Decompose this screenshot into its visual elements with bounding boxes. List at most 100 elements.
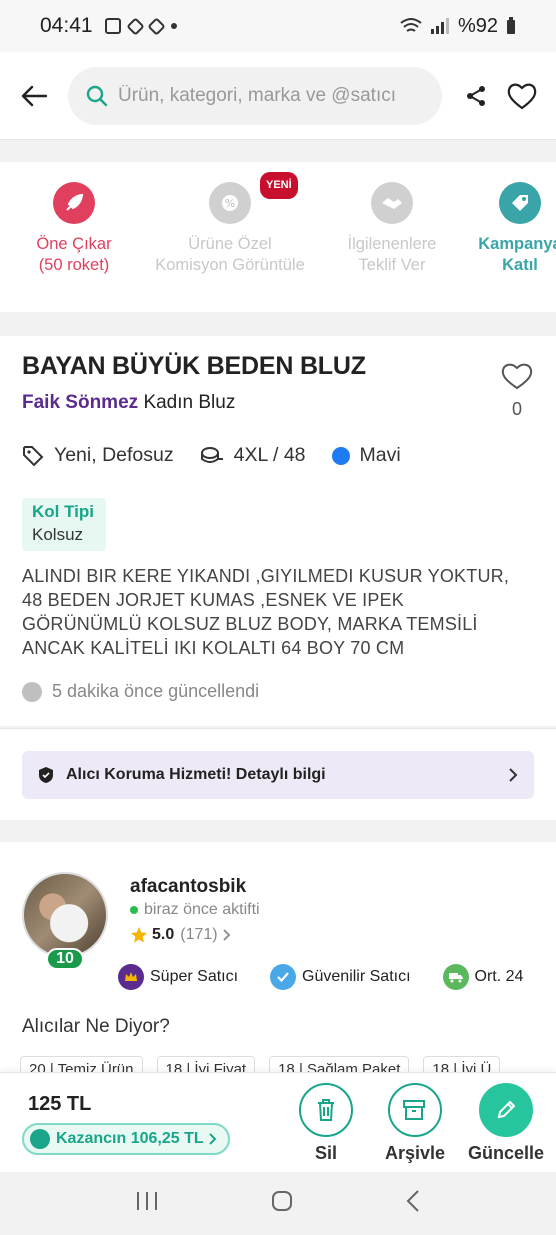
seller-name[interactable]: afacantosbik [130, 876, 246, 898]
search-input[interactable]: Ürün, kategori, marka ve @satıcı [68, 66, 442, 125]
buyers-title: Alıcılar Ne Diyor? [22, 1016, 170, 1037]
system-back-button[interactable] [405, 1189, 421, 1218]
action-campaign[interactable]: Kampanya Katıl [470, 182, 556, 276]
condition-value: Yeni, Defosuz [54, 444, 174, 466]
action-campaign-label: Kampanya [478, 235, 556, 253]
pencil-icon [479, 1083, 533, 1137]
seller-status-text: biraz önce aktifti [144, 901, 260, 918]
chevron-right-icon [222, 929, 230, 941]
action-commission-sub: Komisyon Görüntüle [155, 256, 305, 274]
campaign-tag-icon [499, 182, 541, 224]
signal-icon [430, 18, 449, 34]
share-button[interactable] [456, 76, 496, 116]
product-attributes: Yeni, Defosuz 4XL / 48 Mavi [22, 444, 427, 467]
color-value: Mavi [359, 444, 401, 466]
size-attribute: 4XL / 48 [200, 444, 306, 467]
chevron-right-icon [509, 768, 518, 782]
update-button[interactable]: Güncelle [464, 1083, 548, 1164]
rocket-icon [53, 182, 95, 224]
product-title: BAYAN BÜYÜK BEDEN BLUZ [22, 352, 366, 380]
product-subtitle: Faik Sönmez Kadın Bluz [22, 392, 235, 414]
new-badge: YENİ [260, 172, 298, 199]
handshake-icon [371, 182, 413, 224]
trash-icon [299, 1083, 353, 1137]
updated-info: 5 dakika önce güncellendi [22, 681, 259, 702]
earnings-label: Kazancın 106,25 TL [56, 1130, 204, 1147]
percent-icon: % [209, 182, 251, 224]
notification-icons [104, 16, 177, 36]
action-offer[interactable]: İlgilenenlere Teklif Ver [330, 182, 454, 276]
spec-chip: Kol Tipi Kolsuz [22, 498, 107, 551]
bottom-action-bar: 125 TL Kazancın 106,25 TL Sil Arşivle Gü… [0, 1072, 556, 1172]
rating-count: (171) [180, 926, 218, 943]
size-value: 4XL / 48 [233, 444, 306, 466]
chevron-right-icon [208, 1133, 217, 1145]
archive-icon [388, 1083, 442, 1137]
shield-icon [39, 767, 53, 783]
top-bar: Ürün, kategori, marka ve @satıcı [0, 52, 556, 140]
search-placeholder: Ürün, kategori, marka ve @satıcı [118, 84, 396, 106]
back-arrow-icon [21, 85, 47, 106]
tag-notification-icon [146, 16, 166, 36]
wallet-icon [30, 1129, 50, 1149]
shipping-time-label: Ort. 24 [474, 968, 524, 985]
product-description: ALINDI BIR KERE YIKANDI ,GIYILMEDI KUSUR… [22, 566, 510, 658]
system-nav-bar [0, 1172, 556, 1235]
svg-text:%: % [225, 197, 235, 210]
action-boost[interactable]: Öne Çıkar (50 roket) [18, 182, 130, 276]
home-icon [271, 1191, 292, 1211]
verified-check-icon [270, 964, 297, 990]
buyer-protection-banner[interactable]: Alıcı Koruma Hizmeti! Detaylı bilgi [22, 751, 534, 799]
back-chevron-icon [406, 1190, 419, 1212]
status-bar: 04:41 %92 [0, 0, 556, 52]
share-icon [467, 85, 485, 106]
recent-apps-icon [137, 1192, 158, 1210]
action-boost-sub: (50 roket) [38, 256, 110, 274]
trusted-seller-badge[interactable]: Güvenilir Satıcı [270, 964, 411, 990]
action-offer-sub: Teklif Ver [358, 256, 426, 274]
action-commission[interactable]: YENİ % Ürüne Özel Komisyon Görüntüle [142, 172, 318, 276]
updated-text: 5 dakika önce güncellendi [52, 681, 260, 701]
super-seller-label: Süper Satıcı [150, 968, 239, 985]
battery-icon [507, 17, 515, 34]
trusted-seller-label: Güvenilir Satıcı [302, 968, 411, 985]
action-boost-label: Öne Çıkar [36, 235, 112, 253]
archive-button[interactable]: Arşivle [375, 1083, 455, 1164]
earnings-pill[interactable]: Kazancın 106,25 TL [22, 1123, 230, 1155]
battery-percent: %92 [457, 14, 498, 37]
protection-section: Alıcı Koruma Hizmeti! Detaylı bilgi [0, 728, 556, 820]
favorite-button[interactable] [502, 76, 542, 116]
tag-notification-icon [125, 16, 145, 36]
seller-level-badge: 10 [46, 948, 84, 970]
action-campaign-sub: Katıl [502, 256, 538, 274]
measuring-tape-icon [200, 446, 223, 463]
brand-link[interactable]: Faik Sönmez [22, 392, 138, 413]
star-icon [131, 927, 147, 943]
clock-icon [22, 681, 42, 702]
product-like-button[interactable]: 0 [500, 362, 534, 420]
product-actions: Öne Çıkar (50 roket) YENİ % Ürüne Özel K… [0, 162, 556, 312]
category-label: Kadın Bluz [143, 392, 236, 413]
spec-key: Kol Tipi [32, 502, 95, 521]
update-label: Güncelle [467, 1143, 545, 1163]
super-seller-badge[interactable]: Süper Satıcı [118, 964, 238, 990]
seller-rating[interactable]: 5.0 (171) [130, 926, 232, 944]
rating-value: 5.0 [152, 926, 175, 943]
more-notifications-icon [170, 23, 177, 29]
buyer-protection-label: Alıcı Koruma Hizmeti! Detaylı bilgi [66, 766, 326, 783]
home-button[interactable] [270, 1189, 294, 1218]
delete-button[interactable]: Sil [286, 1083, 366, 1164]
product-details: BAYAN BÜYÜK BEDEN BLUZ 0 Faik Sönmez Kad… [0, 336, 556, 726]
recent-apps-button[interactable] [135, 1190, 159, 1217]
back-button[interactable] [14, 76, 54, 116]
shipping-time-badge[interactable]: Ort. 24 [442, 964, 524, 990]
avatar[interactable] [22, 872, 108, 958]
seller-badges: Süper Satıcı Güvenilir Satıcı Ort. 24 [118, 964, 555, 990]
spec-value: Kolsuz [32, 525, 84, 544]
color-swatch [331, 446, 350, 465]
system-icons: %92 [400, 15, 516, 38]
action-offer-label: İlgilenenlere [347, 235, 437, 253]
action-commission-label: Ürüne Özel [188, 235, 272, 253]
online-dot-icon [130, 906, 138, 914]
archive-label: Arşivle [384, 1143, 446, 1163]
